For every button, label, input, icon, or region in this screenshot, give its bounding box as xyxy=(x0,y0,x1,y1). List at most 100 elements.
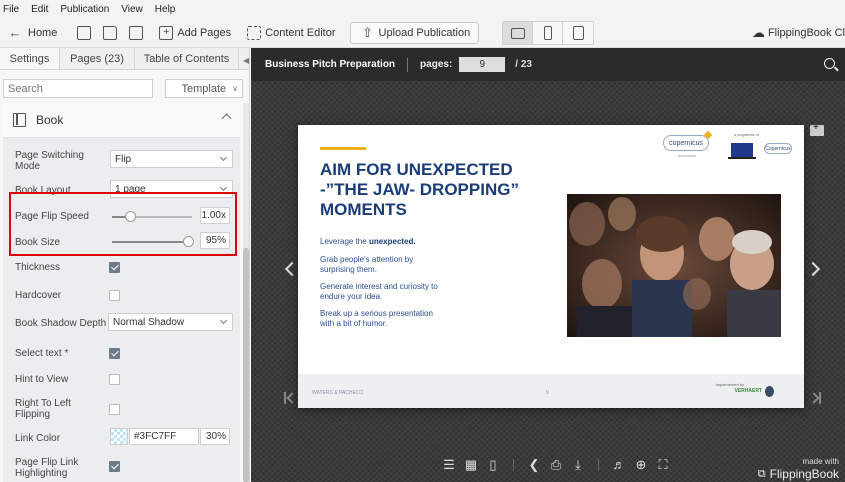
flippingbook-logo-text: FlippingBook xyxy=(769,467,839,481)
page-switching-mode-dropdown[interactable]: Flip xyxy=(110,150,233,168)
logo-underline xyxy=(728,157,756,159)
hardcover-checkbox[interactable] xyxy=(109,290,120,301)
search-input[interactable] xyxy=(3,79,153,98)
tab-pages[interactable]: Pages (23) xyxy=(60,48,135,69)
tab-table-of-contents[interactable]: Table of Contents xyxy=(135,48,239,69)
menu-edit[interactable]: Edit xyxy=(31,4,48,15)
layout-icon xyxy=(75,24,93,42)
footer-page-number: 9 xyxy=(546,390,549,396)
thumbnails-icon[interactable]: ▦ xyxy=(463,457,479,473)
link-color-opacity-input[interactable]: 30% xyxy=(200,428,230,445)
menu-bar: File Edit Publication View Help xyxy=(0,0,845,18)
page-view-button[interactable] xyxy=(75,21,93,45)
select-text-label: Select text * xyxy=(15,348,69,359)
right-to-left-flipping-checkbox[interactable] xyxy=(109,404,120,415)
copernicus-logo-sub: incubation xyxy=(678,153,697,158)
print-icon[interactable]: ⎙ xyxy=(548,457,564,473)
publication-viewer: Business Pitch Preparation pages: 9 / 23… xyxy=(251,48,845,482)
add-pages-button[interactable]: + Add Pages xyxy=(157,21,231,45)
thickness-label: Thickness xyxy=(15,262,61,273)
template-dropdown[interactable]: Template ∨ xyxy=(165,79,243,98)
flippingbook-cloud-link[interactable]: ☁ FlippingBook Cl xyxy=(752,22,845,44)
folder-icon xyxy=(101,24,119,42)
toolbar: ← Home + Add Pages Content Editor ⇧ Uplo… xyxy=(0,18,845,48)
share-icon[interactable]: ❮ xyxy=(526,457,542,473)
upload-publication-button[interactable]: ⇧ Upload Publication xyxy=(349,21,480,44)
thickness-checkbox[interactable] xyxy=(109,262,120,273)
publication-title: Business Pitch Preparation xyxy=(265,59,396,70)
previous-page-arrow-icon[interactable] xyxy=(284,261,300,277)
home-button[interactable]: ← Home xyxy=(6,21,58,45)
link-color-hex-input[interactable]: #3FC7FF xyxy=(129,428,199,445)
footer-implemented-by: Implemented by xyxy=(715,382,744,387)
download-icon[interactable]: ⤓ xyxy=(570,457,586,473)
book-page: copernicus incubation a programme of Cop… xyxy=(298,125,804,408)
tablet-view-button[interactable] xyxy=(563,22,593,44)
page-switching-mode-label: Page Switching Mode xyxy=(15,150,84,172)
brand-label: FlippingBook Cl xyxy=(767,27,845,39)
table-of-contents-icon[interactable]: ☰ xyxy=(441,457,457,473)
book-shadow-depth-value: Normal Shadow xyxy=(113,316,185,328)
book-shadow-depth-dropdown[interactable]: Normal Shadow xyxy=(108,313,233,331)
divider xyxy=(598,459,599,471)
page-headline: AIM FOR UNEXPECTED -”THE JAW- DROPPING” … xyxy=(320,160,519,219)
collapse-panel-icon[interactable]: ◀ xyxy=(243,56,249,65)
first-page-icon[interactable] xyxy=(284,392,294,404)
desktop-icon xyxy=(510,27,525,39)
flippingbook-logo[interactable]: ⧉ FlippingBook xyxy=(758,467,839,481)
link-color-swatch[interactable] xyxy=(110,428,128,445)
notes-icon[interactable]: ▯ xyxy=(485,457,501,473)
tab-settings[interactable]: Settings xyxy=(0,48,60,69)
open-button[interactable] xyxy=(101,21,119,45)
page-flip-link-highlighting-checkbox[interactable] xyxy=(109,461,120,472)
last-page-icon[interactable] xyxy=(811,392,821,404)
book-section: Book Page Switching Mode Flip Book Layou… xyxy=(3,103,240,482)
chevron-down-icon xyxy=(219,153,228,162)
made-with-label: made with xyxy=(802,457,839,466)
copernicus-logo-small: Copernicus xyxy=(764,143,792,154)
hint-to-view-checkbox[interactable] xyxy=(109,374,120,385)
chevron-down-icon xyxy=(219,183,228,192)
book-section-header[interactable]: Book xyxy=(3,103,240,138)
scrollbar-thumb[interactable] xyxy=(243,248,249,482)
add-comment-icon[interactable] xyxy=(810,122,824,136)
settings-panel: Settings Pages (23) Table of Contents ◀ … xyxy=(0,48,250,482)
zoom-icon[interactable]: ⊕ xyxy=(633,457,649,473)
viewer-bottom-toolbar: ☰ ▦ ▯ ❮ ⎙ ⤓ ♬ ⊕ ⛶ xyxy=(441,457,671,473)
bullet-2: Grab people’s attention by surprising th… xyxy=(320,255,414,274)
settings-scrollbar[interactable] xyxy=(243,103,249,482)
select-text-checkbox[interactable] xyxy=(109,348,120,359)
mobile-view-button[interactable] xyxy=(533,22,563,44)
bullet-1: Leverage the unexpected. xyxy=(320,237,480,247)
audience-photo xyxy=(567,194,781,337)
fullscreen-icon[interactable]: ⛶ xyxy=(655,457,671,473)
home-label: Home xyxy=(28,26,58,39)
template-label: Template xyxy=(181,82,227,95)
menu-file[interactable]: File xyxy=(3,4,19,15)
current-page-input[interactable]: 9 xyxy=(459,57,506,72)
cloud-icon: ☁ xyxy=(751,25,765,40)
upload-icon: ⇧ xyxy=(362,24,373,40)
content-editor-button[interactable]: Content Editor xyxy=(245,21,336,45)
flippingbook-logo-icon: ⧉ xyxy=(757,467,766,480)
menu-help[interactable]: Help xyxy=(155,4,176,15)
verhaert-logo-mark xyxy=(765,386,774,397)
bullet-4: Break up a serious presentation with a b… xyxy=(320,309,433,328)
divider xyxy=(513,459,514,471)
bullet-3: Generate interest and curiosity to endur… xyxy=(320,282,438,301)
menu-publication[interactable]: Publication xyxy=(60,4,109,15)
sound-icon[interactable]: ♬ xyxy=(611,457,627,473)
desktop-view-button[interactable] xyxy=(503,22,533,44)
content-editor-icon xyxy=(245,24,263,42)
page-flip-link-highlighting-label: Page Flip Link Highlighting xyxy=(15,457,79,479)
tablet-icon xyxy=(572,26,584,40)
save-button[interactable] xyxy=(127,21,145,45)
viewer-top-bar: Business Pitch Preparation pages: 9 / 23 xyxy=(251,48,845,81)
hint-to-view-label: Hint to View xyxy=(15,374,69,385)
add-pages-label: Add Pages xyxy=(177,26,232,39)
menu-view[interactable]: View xyxy=(121,4,143,15)
page-footer: WATERS & PACHECO 9 Implemented by VERHAE… xyxy=(298,374,804,408)
copernicus-logo: copernicus xyxy=(663,135,709,151)
next-page-arrow-icon[interactable] xyxy=(805,261,821,277)
search-icon[interactable] xyxy=(824,58,835,69)
